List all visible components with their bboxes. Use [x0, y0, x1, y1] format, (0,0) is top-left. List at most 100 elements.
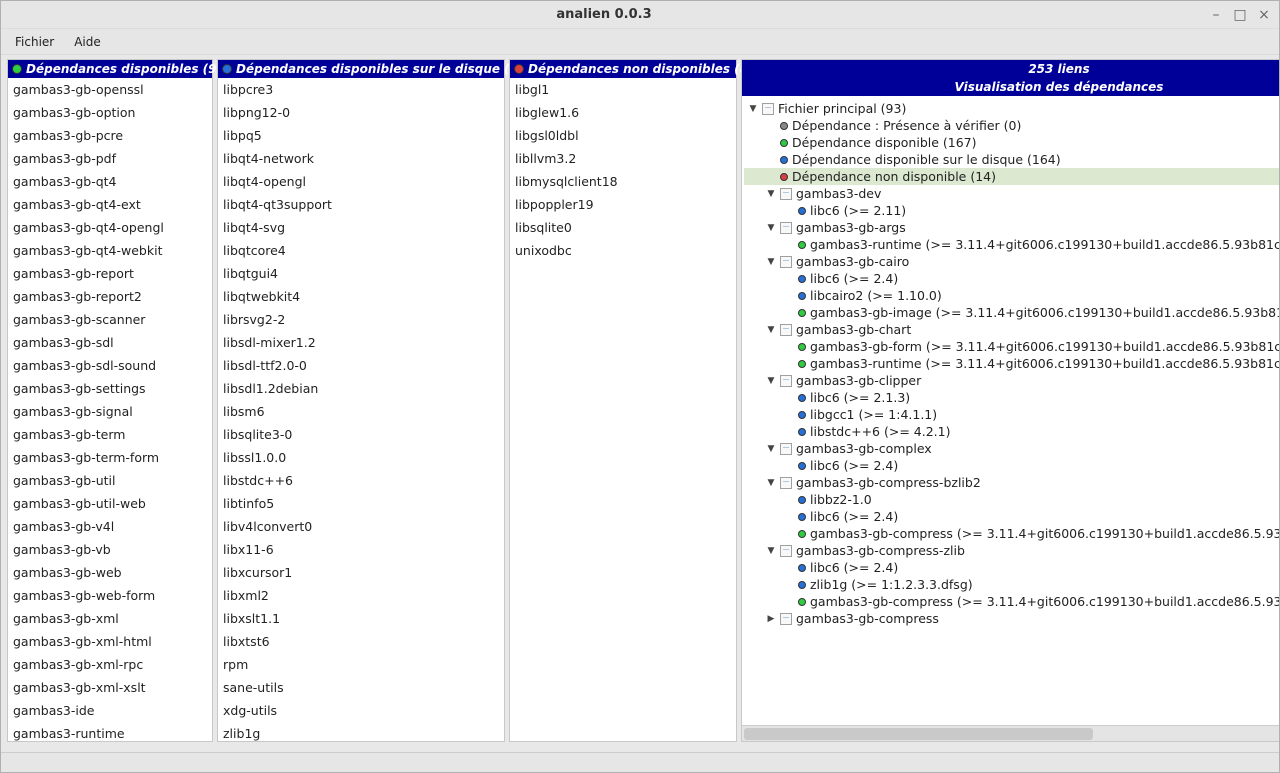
list-item[interactable]: libxcursor1: [218, 561, 504, 584]
tree-node[interactable]: ▶gambas3-runtime (>= 3.11.4+git6006.c199…: [744, 236, 1279, 253]
list-item[interactable]: gambas3-gb-report: [8, 262, 212, 285]
list-item[interactable]: gambas3-gb-term: [8, 423, 212, 446]
list-item[interactable]: gambas3-gb-option: [8, 101, 212, 124]
tree-node[interactable]: ▼gambas3-gb-chart: [744, 321, 1279, 338]
list-item[interactable]: gambas3-gb-sdl-sound: [8, 354, 212, 377]
list-item[interactable]: gambas3-gb-web: [8, 561, 212, 584]
list-item[interactable]: rpm: [218, 653, 504, 676]
list-item[interactable]: libqt4-qt3support: [218, 193, 504, 216]
list-item[interactable]: libsdl1.2debian: [218, 377, 504, 400]
list-item[interactable]: zlib1g: [218, 722, 504, 741]
panel-disk-list[interactable]: libpcre3libpng12-0libpq5libqt4-networkli…: [218, 78, 504, 741]
list-item[interactable]: libllvm3.2: [510, 147, 736, 170]
tree-node[interactable]: ▶Dépendance disponible (167): [744, 134, 1279, 151]
list-item[interactable]: gambas3-gb-qt4-ext: [8, 193, 212, 216]
tree-node[interactable]: ▶libc6 (>= 2.1.3): [744, 389, 1279, 406]
list-item[interactable]: xdg-utils: [218, 699, 504, 722]
list-item[interactable]: libqtgui4: [218, 262, 504, 285]
list-item[interactable]: libqtwebkit4: [218, 285, 504, 308]
list-item[interactable]: libpq5: [218, 124, 504, 147]
triangle-right-icon[interactable]: ▶: [766, 614, 776, 624]
triangle-down-icon[interactable]: ▼: [766, 189, 776, 199]
list-item[interactable]: libxml2: [218, 584, 504, 607]
tree-node[interactable]: ▼gambas3-dev: [744, 185, 1279, 202]
triangle-down-icon[interactable]: ▼: [748, 104, 758, 114]
list-item[interactable]: gambas3-gb-pcre: [8, 124, 212, 147]
tree-node[interactable]: ▶libstdc++6 (>= 4.2.1): [744, 423, 1279, 440]
list-item[interactable]: libglew1.6: [510, 101, 736, 124]
menu-file[interactable]: Fichier: [5, 31, 64, 53]
list-item[interactable]: libgsl0ldbl: [510, 124, 736, 147]
tree-node[interactable]: ▶libc6 (>= 2.4): [744, 457, 1279, 474]
list-item[interactable]: libmysqlclient18: [510, 170, 736, 193]
list-item[interactable]: libv4lconvert0: [218, 515, 504, 538]
list-item[interactable]: libsm6: [218, 400, 504, 423]
scrollbar-thumb[interactable]: [744, 728, 1093, 740]
tree-node[interactable]: ▶Dépendance disponible sur le disque (16…: [744, 151, 1279, 168]
tree-node[interactable]: ▶libbz2-1.0: [744, 491, 1279, 508]
list-item[interactable]: gambas3-gb-xml-rpc: [8, 653, 212, 676]
list-item[interactable]: libpoppler19: [510, 193, 736, 216]
list-item[interactable]: gambas3-gb-scanner: [8, 308, 212, 331]
triangle-down-icon[interactable]: ▼: [766, 478, 776, 488]
tree-node[interactable]: ▶Dépendance : Présence à vérifier (0): [744, 117, 1279, 134]
list-item[interactable]: libpcre3: [218, 78, 504, 101]
tree-horizontal-scrollbar[interactable]: [742, 725, 1279, 741]
list-item[interactable]: unixodbc: [510, 239, 736, 262]
list-item[interactable]: libqt4-svg: [218, 216, 504, 239]
triangle-down-icon[interactable]: ▼: [766, 325, 776, 335]
list-item[interactable]: libqtcore4: [218, 239, 504, 262]
tree-node[interactable]: ▶libc6 (>= 2.4): [744, 508, 1279, 525]
tree-node[interactable]: ▶gambas3-gb-compress (>= 3.11.4+git6006.…: [744, 525, 1279, 542]
tree-node[interactable]: ▶libc6 (>= 2.4): [744, 559, 1279, 576]
list-item[interactable]: libssl1.0.0: [218, 446, 504, 469]
list-item[interactable]: libtinfo5: [218, 492, 504, 515]
tree-node[interactable]: ▼Fichier principal (93): [744, 100, 1279, 117]
list-item[interactable]: gambas3-runtime: [8, 722, 212, 741]
tree-node[interactable]: ▶Dépendance non disponible (14): [744, 168, 1279, 185]
list-item[interactable]: libsdl-ttf2.0-0: [218, 354, 504, 377]
menu-help[interactable]: Aide: [64, 31, 111, 53]
close-icon[interactable]: ×: [1255, 6, 1273, 24]
list-item[interactable]: libgl1: [510, 78, 736, 101]
tree-node[interactable]: ▼gambas3-gb-args: [744, 219, 1279, 236]
list-item[interactable]: librsvg2-2: [218, 308, 504, 331]
list-item[interactable]: libsqlite0: [510, 216, 736, 239]
list-item[interactable]: libxtst6: [218, 630, 504, 653]
list-item[interactable]: libstdc++6: [218, 469, 504, 492]
list-item[interactable]: gambas3-gb-util-web: [8, 492, 212, 515]
minimize-icon[interactable]: –: [1207, 6, 1225, 24]
list-item[interactable]: gambas3-gb-signal: [8, 400, 212, 423]
panel-available-list[interactable]: gambas3-gb-opensslgambas3-gb-optiongamba…: [8, 78, 212, 741]
list-item[interactable]: libx11-6: [218, 538, 504, 561]
tree-node[interactable]: ▼gambas3-gb-clipper: [744, 372, 1279, 389]
list-item[interactable]: libsqlite3-0: [218, 423, 504, 446]
tree-node[interactable]: ▼gambas3-gb-compress-zlib: [744, 542, 1279, 559]
tree-node[interactable]: ▶libcairo2 (>= 1.10.0): [744, 287, 1279, 304]
tree-node[interactable]: ▶gambas3-gb-compress (>= 3.11.4+git6006.…: [744, 593, 1279, 610]
list-item[interactable]: libqt4-opengl: [218, 170, 504, 193]
tree-node[interactable]: ▼gambas3-gb-cairo: [744, 253, 1279, 270]
list-item[interactable]: gambas3-gb-qt4-opengl: [8, 216, 212, 239]
triangle-down-icon[interactable]: ▼: [766, 376, 776, 386]
list-item[interactable]: gambas3-gb-v4l: [8, 515, 212, 538]
tree-node[interactable]: ▶gambas3-gb-form (>= 3.11.4+git6006.c199…: [744, 338, 1279, 355]
list-item[interactable]: gambas3-gb-settings: [8, 377, 212, 400]
triangle-down-icon[interactable]: ▼: [766, 223, 776, 233]
triangle-down-icon[interactable]: ▼: [766, 257, 776, 267]
tree-node[interactable]: ▶libc6 (>= 2.4): [744, 270, 1279, 287]
list-item[interactable]: libxslt1.1: [218, 607, 504, 630]
tree-node[interactable]: ▶gambas3-gb-image (>= 3.11.4+git6006.c19…: [744, 304, 1279, 321]
tree-node[interactable]: ▼gambas3-gb-complex: [744, 440, 1279, 457]
list-item[interactable]: libpng12-0: [218, 101, 504, 124]
list-item[interactable]: gambas3-gb-report2: [8, 285, 212, 308]
list-item[interactable]: gambas3-gb-pdf: [8, 147, 212, 170]
tree-node[interactable]: ▶libgcc1 (>= 1:4.1.1): [744, 406, 1279, 423]
list-item[interactable]: gambas3-gb-web-form: [8, 584, 212, 607]
panel-unavailable-list[interactable]: libgl1libglew1.6libgsl0ldbllibllvm3.2lib…: [510, 78, 736, 741]
tree-node[interactable]: ▶libc6 (>= 2.11): [744, 202, 1279, 219]
list-item[interactable]: gambas3-gb-xml: [8, 607, 212, 630]
list-item[interactable]: sane-utils: [218, 676, 504, 699]
tree-node[interactable]: ▶gambas3-gb-compress: [744, 610, 1279, 627]
triangle-down-icon[interactable]: ▼: [766, 444, 776, 454]
